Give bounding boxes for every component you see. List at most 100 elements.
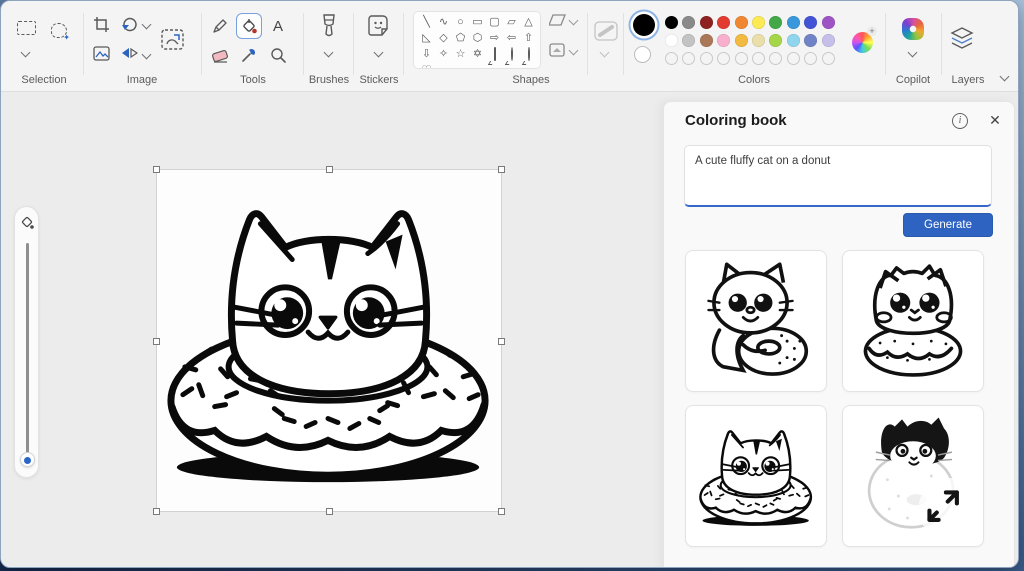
line-width-chevron-icon[interactable] [599,47,610,58]
palette-color-c6bfe9[interactable] [821,34,835,47]
shape-fill-icon[interactable] [549,43,566,58]
rectangle-select-icon[interactable] [17,21,36,35]
brushes-dropdown-chevron-icon[interactable] [323,47,334,58]
rotate-icon[interactable] [121,16,138,33]
palette-empty-slot[interactable] [734,52,748,65]
flip-dropdown-chevron-icon[interactable] [141,49,152,60]
shape-pentagon[interactable]: ⬠ [452,30,469,46]
palette-color-f7afcd[interactable] [717,34,731,47]
shape-lightning[interactable]: ⌁ [435,62,452,68]
shape-right-triangle[interactable]: ◺ [418,30,435,46]
shape-arrow-down[interactable]: ⇩ [418,46,435,62]
shape-speech-bubble[interactable] [486,46,503,62]
selection-handle-s[interactable] [326,508,333,515]
close-icon[interactable]: ✕ [986,111,1004,129]
palette-color-eadfab[interactable] [751,34,765,47]
crop-icon[interactable] [93,16,110,33]
collapse-ribbon-chevron-icon[interactable] [999,71,1010,82]
palette-color-a4d648[interactable] [769,34,783,47]
prompt-input[interactable]: A cute fluffy cat on a donut [684,145,992,207]
shape-six-point-star[interactable]: ✡ [469,46,486,62]
magnifier-tool-button[interactable] [265,42,291,68]
palette-color-ef8733[interactable] [734,16,748,29]
shape-polygon[interactable]: ▱ [503,14,520,30]
palette-empty-slot[interactable] [821,52,835,65]
palette-empty-slot[interactable] [699,52,713,65]
shape-round-speech-bubble[interactable] [503,46,520,62]
palette-color-90d5ee[interactable] [786,34,800,47]
generate-button[interactable]: Generate [903,213,993,237]
result-thumbnail-black-cat-behind-donut[interactable] [842,405,984,547]
palette-color-3998dc[interactable] [786,16,800,29]
selection-handle-se[interactable] [498,508,505,515]
shape-fill-chevron-icon[interactable] [568,45,579,56]
eraser-tool-button[interactable] [207,42,233,68]
palette-color-f2ba41[interactable] [734,34,748,47]
color-picker-tool-button[interactable] [236,42,262,68]
shape-diamond[interactable]: ◇ [435,30,452,46]
palette-empty-slot[interactable] [665,52,678,65]
palette-empty-slot[interactable] [804,52,818,65]
remove-background-icon[interactable] [93,46,110,61]
shape-oval-speech-bubble[interactable] [520,46,537,62]
shape-rectangle[interactable]: ▭ [469,14,486,30]
pencil-tool-button[interactable] [207,13,233,39]
selection-dropdown-chevron-icon[interactable] [20,47,31,58]
slider-track[interactable] [26,243,29,453]
copilot-icon[interactable] [902,18,924,40]
fill-tool-button[interactable] [236,13,262,39]
shape-outline-icon[interactable] [549,13,566,27]
flip-icon[interactable] [121,46,138,61]
palette-color-4353d6[interactable] [804,16,818,29]
palette-empty-slot[interactable] [717,52,731,65]
shape-four-point-star[interactable]: ✧ [435,46,452,62]
slider-thumb[interactable] [19,452,35,467]
selection-handle-ne[interactable] [498,166,505,173]
shape-hexagon[interactable]: ⬡ [469,30,486,46]
palette-color-8a8a8a[interactable] [682,16,696,29]
result-thumbnail-cat-hugging-donut[interactable] [685,250,827,392]
shape-outline-chevron-icon[interactable] [568,15,579,26]
palette-color-c3c3c3[interactable] [682,34,696,47]
shape-curve[interactable]: ∿ [435,14,452,30]
shape-five-point-star[interactable]: ☆ [452,46,469,62]
palette-color-aa7757[interactable] [699,34,713,47]
palette-color-43a847[interactable] [769,16,783,29]
palette-color-7083c7[interactable] [804,34,818,47]
rotate-dropdown-chevron-icon[interactable] [141,19,152,30]
palette-empty-slot[interactable] [769,52,783,65]
palette-empty-slot[interactable] [751,52,765,65]
palette-color-ffffff[interactable] [665,34,678,47]
palette-empty-slot[interactable] [682,52,696,65]
stickers-dropdown-chevron-icon[interactable] [373,47,384,58]
color2-swatch[interactable] [634,46,651,63]
free-form-select-icon[interactable] [51,23,70,42]
stickers-icon[interactable] [368,15,390,37]
copilot-dropdown-chevron-icon[interactable] [907,47,918,58]
shape-rounded-rectangle[interactable]: ▢ [486,14,503,30]
shape-heart[interactable]: ♡ [418,62,435,68]
palette-empty-slot[interactable] [786,52,800,65]
info-icon[interactable]: i [952,113,968,129]
selection-handle-n[interactable] [326,166,333,173]
edit-colors-icon[interactable] [852,26,877,53]
shape-arrow-right[interactable]: ⇨ [486,30,503,46]
shape-arrow-left[interactable]: ⇦ [503,30,520,46]
palette-color-e23b30[interactable] [717,16,731,29]
shape-oval[interactable]: ○ [452,14,469,30]
selection-handle-sw[interactable] [153,508,160,515]
brush-icon[interactable] [319,14,339,38]
result-thumbnail-fluffy-cat-on-donut[interactable] [842,250,984,392]
canvas-workspace[interactable]: Coloring book i ✕ A cute fluffy cat on a… [1,93,1018,567]
shape-line[interactable]: ╲ [418,14,435,30]
color1-swatch[interactable] [633,14,655,36]
selection-handle-w[interactable] [153,338,160,345]
palette-color-9e54c5[interactable] [821,16,835,29]
selection-handle-e[interactable] [498,338,505,345]
layers-icon[interactable] [950,26,974,52]
shape-arrow-up[interactable]: ⇧ [520,30,537,46]
palette-color-fcea55[interactable] [751,16,765,29]
shape-triangle[interactable]: △ [520,14,537,30]
result-thumbnail-cat-in-donut[interactable] [685,405,827,547]
resize-image-icon[interactable] [161,29,184,50]
